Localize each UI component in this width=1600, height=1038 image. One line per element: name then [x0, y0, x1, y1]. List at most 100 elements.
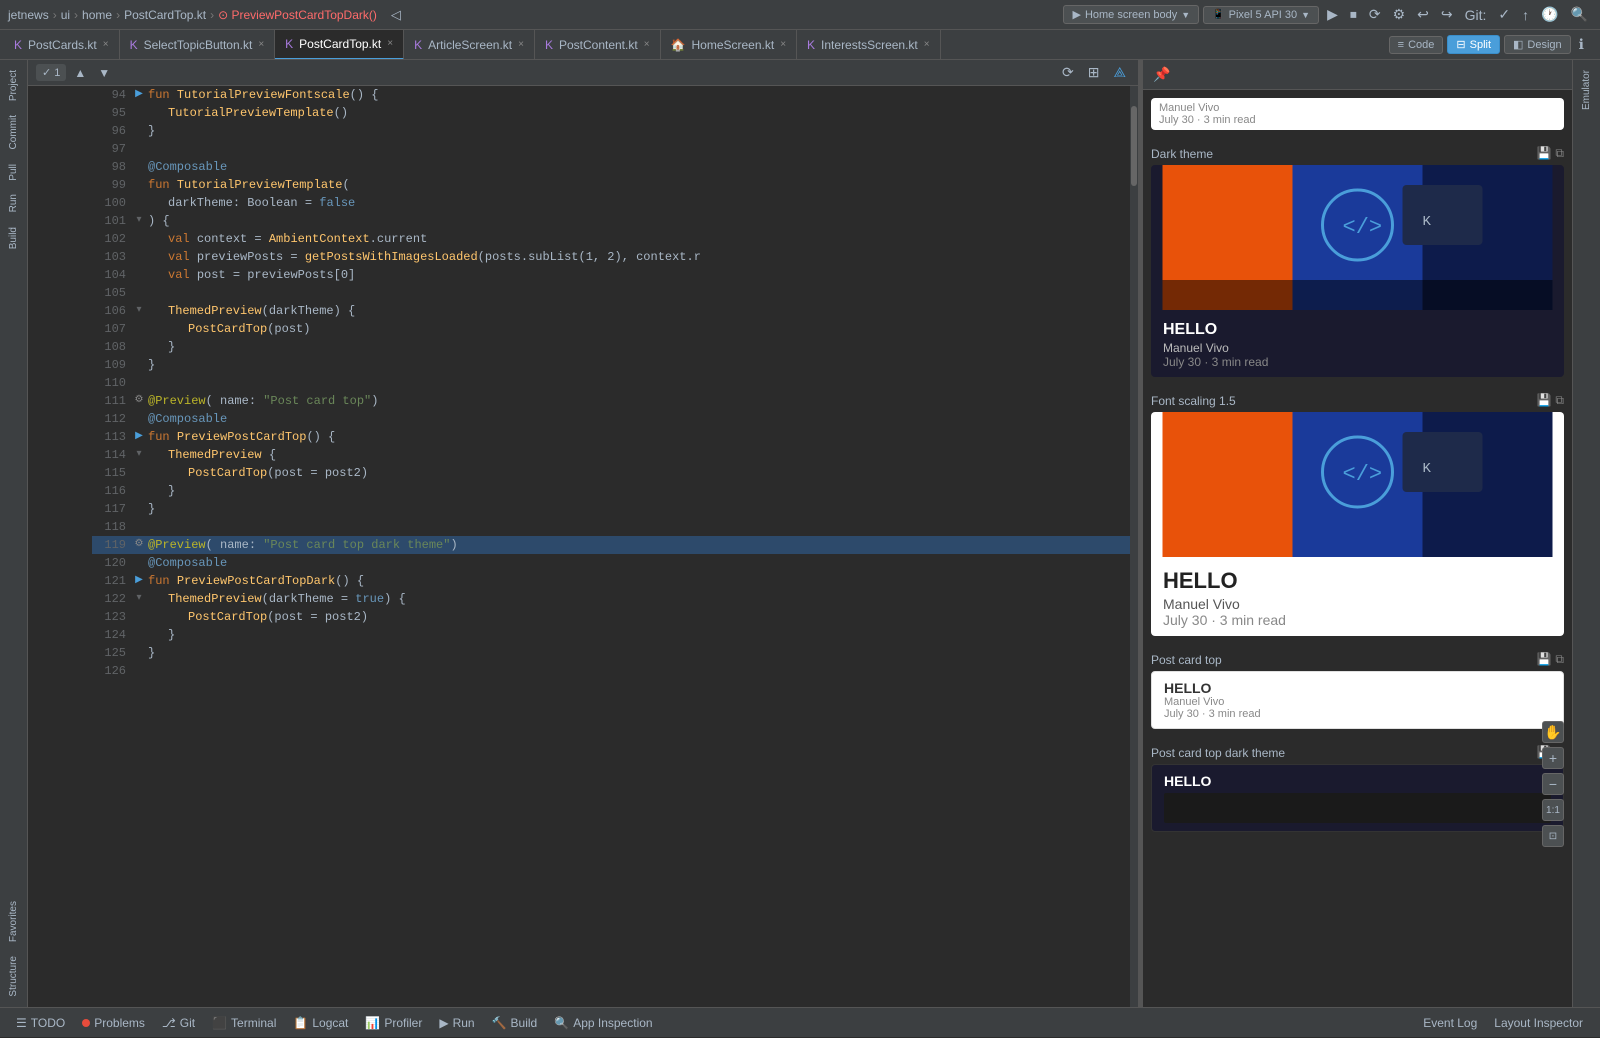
run-icon-113[interactable]: ▶: [132, 430, 146, 444]
tab-postcontent[interactable]: K PostContent.kt ×: [535, 30, 661, 60]
run-icon-121[interactable]: ▶: [132, 574, 146, 588]
pin-preview-btn[interactable]: 📌: [1151, 64, 1172, 85]
code-line-108: 108 }: [92, 338, 1130, 356]
logcat-item[interactable]: 📋 Logcat: [285, 1008, 357, 1038]
hand-tool-btn[interactable]: ✋: [1542, 721, 1564, 743]
refresh-preview-btn[interactable]: ⟳: [1058, 62, 1078, 83]
editor-scrollbar[interactable]: [1130, 86, 1138, 1007]
expand-pct-icon[interactable]: ⧉: [1555, 652, 1564, 667]
app-inspection-item[interactable]: 🔍 App Inspection: [546, 1008, 661, 1038]
zoom-out-btn[interactable]: −: [1542, 773, 1564, 795]
search-btn[interactable]: 🔍: [1567, 4, 1592, 25]
todo-item[interactable]: ☰ TODO: [8, 1008, 74, 1038]
code-line-94: 94 ▶ fun TutorialPreviewFontscale() {: [92, 86, 1130, 104]
layout-inspector-item[interactable]: Layout Inspector: [1486, 1008, 1592, 1038]
info-btn[interactable]: ℹ: [1575, 34, 1588, 55]
push-btn[interactable]: ↑: [1518, 5, 1533, 25]
close-selecttopicbutton[interactable]: ×: [258, 39, 264, 50]
git-bottom-item[interactable]: ⎇ Git: [154, 1008, 204, 1038]
preview-selector-btn[interactable]: ▶ Home screen body ▼: [1063, 5, 1199, 24]
commit-btn[interactable]: ✓: [1494, 4, 1514, 25]
close-interestsscreen[interactable]: ×: [924, 39, 930, 50]
commit-icon[interactable]: Commit: [6, 109, 21, 155]
build-icon[interactable]: Build: [6, 221, 21, 255]
dark-card-date: July 30 · 3 min read: [1163, 355, 1552, 369]
dark-theme-title: Dark theme: [1151, 147, 1213, 161]
terminal-item[interactable]: ⬛ Terminal: [204, 1008, 285, 1038]
save-pct-icon[interactable]: 💾: [1536, 652, 1551, 667]
kt-icon: K: [130, 38, 138, 52]
design-view-btn[interactable]: ◧ Design: [1504, 35, 1571, 54]
zoom-in-btn[interactable]: +: [1542, 747, 1564, 769]
problems-item[interactable]: Problems: [74, 1008, 154, 1038]
profiler-item[interactable]: 📊 Profiler: [357, 1008, 431, 1038]
grid-view-btn[interactable]: ⊞: [1084, 62, 1104, 83]
fold-101[interactable]: ▾: [132, 214, 146, 228]
fold-122[interactable]: ▾: [132, 592, 146, 606]
code-line-123: 123 PostCardTop(post = post2): [92, 608, 1130, 626]
tab-articlescreen[interactable]: K ArticleScreen.kt ×: [404, 30, 535, 60]
reset-zoom-btn[interactable]: ⊡: [1542, 825, 1564, 847]
post-card-top-section: Post card top 💾 ⧉ HELLO Manuel Vivo July…: [1151, 652, 1564, 729]
split-view-btn[interactable]: ⊟ Split: [1447, 35, 1500, 54]
event-log-item[interactable]: Event Log: [1415, 1008, 1486, 1038]
kt-icon: K: [414, 38, 422, 52]
code-line-109: 109 }: [92, 356, 1130, 374]
preview-nav: ✓ 1 ▲ ▼: [36, 64, 114, 82]
save-preview-icon[interactable]: 💾: [1536, 146, 1551, 161]
redo-btn[interactable]: ↪: [1437, 4, 1457, 25]
run-btn[interactable]: ▶: [1323, 4, 1342, 25]
git-btn[interactable]: Git:: [1461, 5, 1491, 25]
scrollbar-thumb[interactable]: [1131, 106, 1137, 186]
svg-text:</>: </>: [1343, 462, 1383, 487]
close-postcontent[interactable]: ×: [644, 39, 650, 50]
stop-btn[interactable]: ⏹: [1346, 4, 1361, 25]
project-icon[interactable]: Project: [6, 64, 21, 107]
prev-preview-btn[interactable]: ▲: [70, 64, 90, 82]
device-selector-btn[interactable]: 📱 Pixel 5 API 30 ▼: [1203, 6, 1319, 24]
close-homescreen[interactable]: ×: [780, 39, 786, 50]
code-view-btn[interactable]: ≡ Code: [1389, 36, 1444, 54]
save-font-icon[interactable]: 💾: [1536, 393, 1551, 408]
fit-btn[interactable]: 1:1: [1542, 799, 1564, 821]
breadcrumb-function[interactable]: ⊙ PreviewPostCardTopDark(): [218, 8, 377, 22]
undo-btn[interactable]: ↩: [1413, 4, 1433, 25]
fold-114[interactable]: ▾: [132, 448, 146, 462]
history-btn[interactable]: 🕐: [1537, 4, 1562, 25]
breadcrumb-file[interactable]: PostCardTop.kt: [124, 8, 206, 22]
error-dot: [82, 1019, 90, 1027]
next-preview-btn[interactable]: ▼: [94, 64, 114, 82]
close-articlescreen[interactable]: ×: [518, 39, 524, 50]
run-icon-94[interactable]: ▶: [132, 88, 146, 102]
kt-icon: K: [14, 38, 22, 52]
tab-homescreen[interactable]: 🏠 HomeScreen.kt ×: [661, 30, 798, 60]
code-line-120: 120 @Composable: [92, 554, 1130, 572]
build-bottom-item[interactable]: 🔨 Build: [484, 1008, 547, 1038]
tab-selecttopicbutton[interactable]: K SelectTopicButton.kt ×: [120, 30, 276, 60]
pull-icon[interactable]: Pull: [6, 158, 21, 187]
code-lines[interactable]: 94 ▶ fun TutorialPreviewFontscale() { 95…: [88, 86, 1130, 1007]
settings-icon-111[interactable]: ⚙: [132, 394, 146, 408]
run-icon[interactable]: Run: [6, 188, 21, 218]
expand-preview-icon[interactable]: ⧉: [1555, 146, 1564, 161]
refresh-btn[interactable]: ⟳: [1365, 4, 1385, 25]
tab-interestsscreen[interactable]: K InterestsScreen.kt ×: [797, 30, 941, 60]
main-area: Project Commit Pull Run Build Favorites …: [0, 60, 1600, 1007]
expand-font-icon[interactable]: ⧉: [1555, 393, 1564, 408]
settings-icon-119[interactable]: ⚙: [132, 538, 146, 552]
favorites-icon[interactable]: Favorites: [6, 895, 21, 948]
fold-106[interactable]: ▾: [132, 304, 146, 318]
breadcrumb-ui[interactable]: ui: [61, 8, 70, 22]
svg-text:K: K: [1423, 461, 1432, 477]
layers-btn[interactable]: ⟁: [1110, 62, 1131, 83]
tab-postcards[interactable]: K PostCards.kt ×: [4, 30, 120, 60]
close-postcardtop[interactable]: ×: [387, 38, 393, 49]
structure-icon[interactable]: Structure: [6, 950, 21, 1003]
breadcrumb-jetnews[interactable]: jetnews: [8, 8, 49, 22]
tab-postcardtop[interactable]: K PostCardTop.kt ×: [275, 30, 404, 60]
breadcrumb-home[interactable]: home: [82, 8, 112, 22]
settings-btn[interactable]: ⚙: [1389, 4, 1410, 25]
emulator-icon[interactable]: Emulator: [1579, 64, 1594, 116]
close-postcards[interactable]: ×: [103, 39, 109, 50]
run-bottom-item[interactable]: ▶ Run: [431, 1008, 483, 1038]
